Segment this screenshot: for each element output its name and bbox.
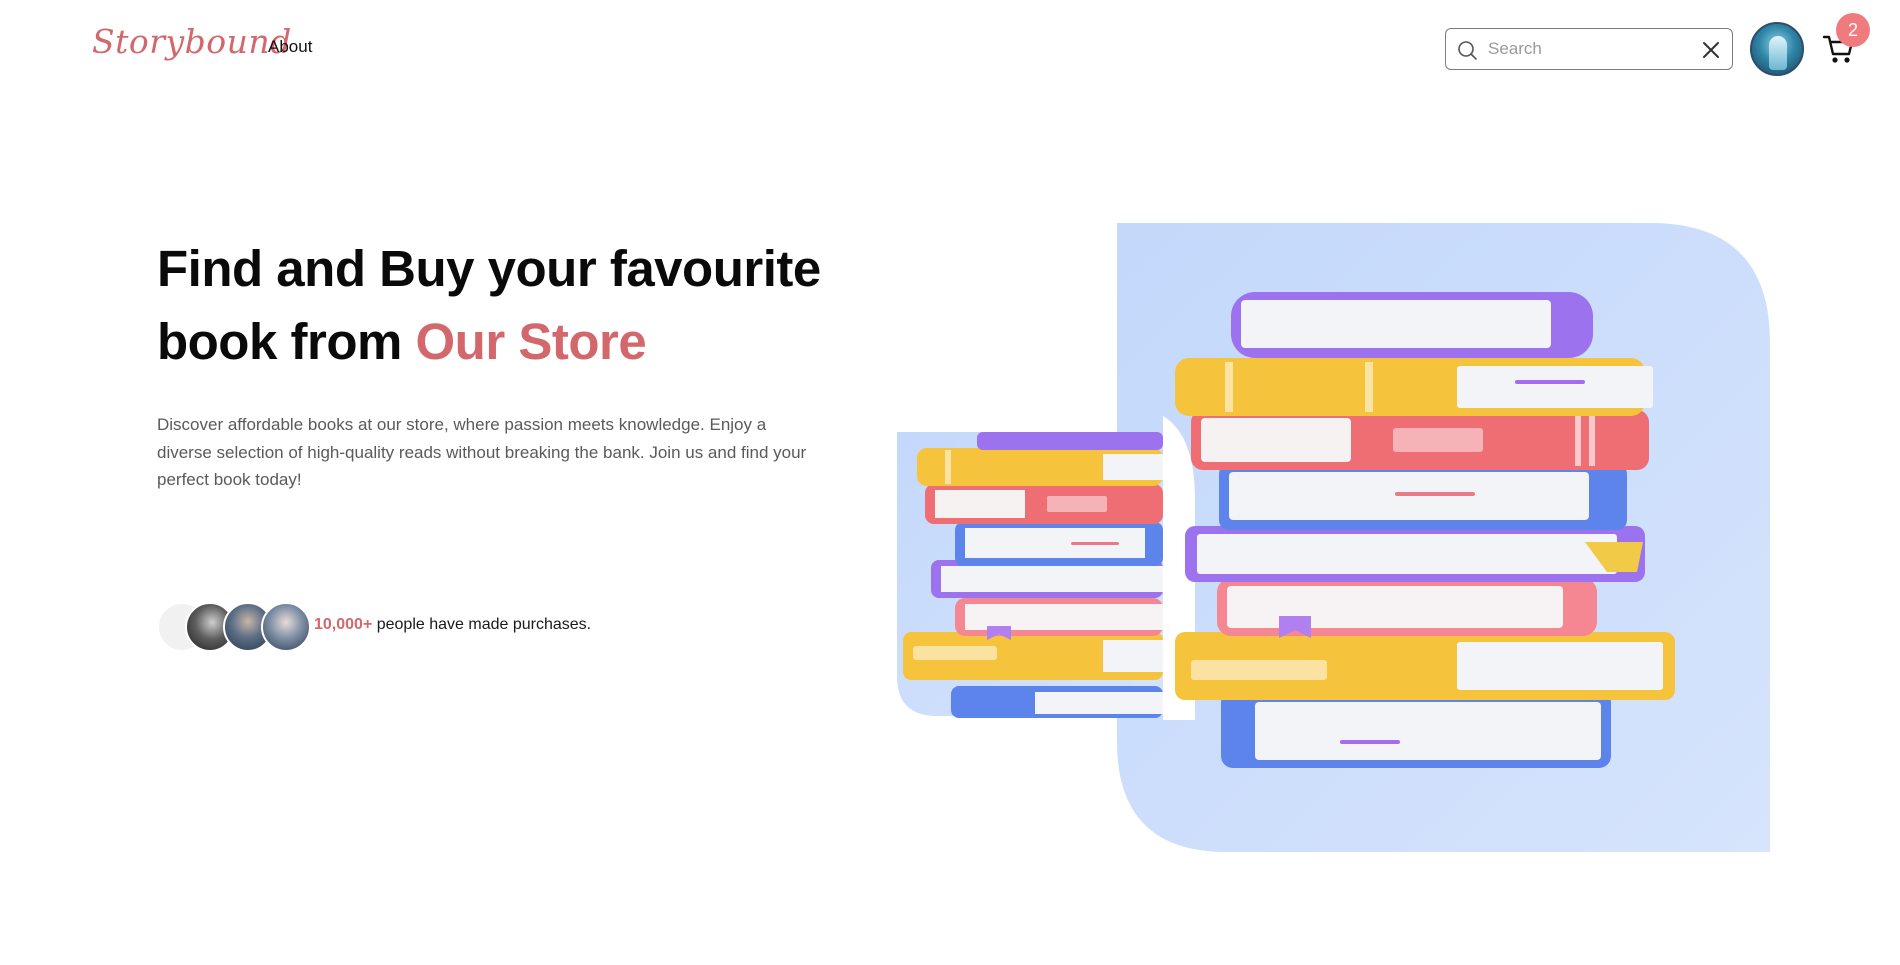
purchase-count-text: 10,000+ people have made purchases. bbox=[314, 616, 591, 634]
hero-description: Discover affordable books at our store, … bbox=[157, 415, 807, 489]
customer-avatars bbox=[157, 600, 311, 655]
purchase-count: 10,000+ bbox=[314, 616, 373, 633]
hero-title-line1: Find and Buy your favourite bbox=[157, 240, 821, 297]
hero-title-accent: Our Store bbox=[415, 313, 647, 370]
brand-logo[interactable]: Storybound bbox=[92, 22, 292, 61]
customer-avatar bbox=[261, 602, 311, 652]
cart-count-badge[interactable]: 2 bbox=[1836, 13, 1870, 47]
hero-title-line2: book from bbox=[157, 313, 402, 370]
top-nav: Storybound About 2 bbox=[0, 0, 1900, 96]
user-avatar[interactable] bbox=[1750, 22, 1804, 76]
search-input[interactable] bbox=[1486, 35, 1686, 63]
small-book-stack bbox=[903, 432, 1163, 718]
purchase-count-label: people have made purchases. bbox=[376, 616, 592, 633]
hero-title: Find and Buy your favourite book from Ou… bbox=[157, 232, 897, 378]
avatar-figure bbox=[1769, 36, 1787, 70]
social-proof: 10,000+ people have made purchases. bbox=[157, 600, 757, 655]
big-book-stack bbox=[1175, 292, 1675, 768]
search-icon bbox=[1458, 41, 1477, 60]
search-box bbox=[1445, 28, 1733, 70]
nav-link-about[interactable]: About bbox=[268, 37, 312, 57]
book-stack-illustration bbox=[897, 223, 1770, 852]
close-icon[interactable] bbox=[1698, 37, 1724, 63]
